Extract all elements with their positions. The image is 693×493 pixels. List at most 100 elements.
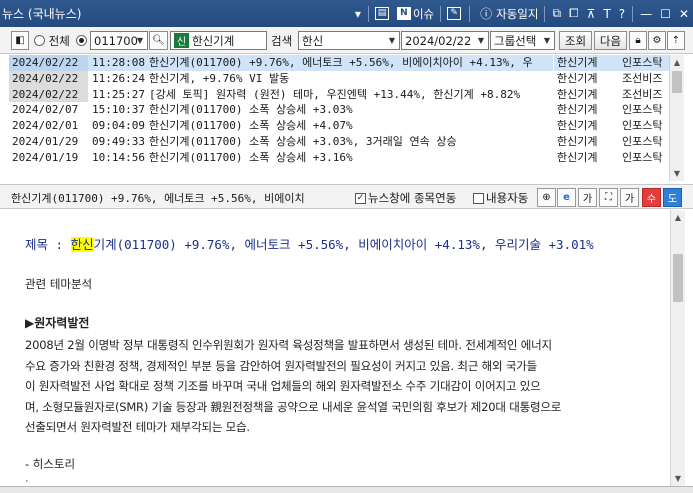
news-title: 한신기계(011700) 소폭 상승세 +3.03% xyxy=(149,103,353,117)
link-button[interactable]: ✎ xyxy=(447,4,463,24)
news-row[interactable]: 2024/02/07 15:10:37 한신기계(011700) 소폭 상승세 +3… xyxy=(9,102,669,118)
link-news-label: 뉴스창에 종목연동 xyxy=(368,191,457,205)
shin-badge: 신 xyxy=(174,33,189,48)
article-scroll-up-icon[interactable]: ▲ xyxy=(671,210,685,225)
stock-search-button[interactable]: 🔍︎ xyxy=(149,31,168,50)
list-view-button[interactable]: ◧ xyxy=(11,31,29,50)
font-down-button[interactable]: 가 xyxy=(578,188,597,207)
minimize-icon[interactable]: — xyxy=(640,7,652,21)
fit-icon: ⛶ xyxy=(605,192,612,203)
related-theme-label: 관련 테마분석 xyxy=(25,277,93,291)
maximize-icon[interactable]: ☐ xyxy=(660,7,671,21)
zoom-button[interactable]: ⊕ xyxy=(537,188,556,207)
bottom-strip xyxy=(0,486,693,493)
news-stock: 한신기계 xyxy=(553,149,619,166)
news-row[interactable]: 2024/02/01 09:04:09 한신기계(011700) 소폭 상승세 +4… xyxy=(9,118,669,134)
stock-name-field[interactable]: 신 한신기계 xyxy=(170,31,267,50)
window-list-button[interactable]: ▤ xyxy=(374,4,391,24)
stock-code-field[interactable]: 011700 ▼ xyxy=(90,31,148,50)
news-title: 한신기계(011700) 소폭 상승세 +4.07% xyxy=(149,119,353,132)
close-icon[interactable]: ✕ xyxy=(679,7,689,21)
dropdown-icon[interactable]: ▾ xyxy=(355,7,361,21)
group-dropdown-icon: ▼ xyxy=(543,36,551,45)
stock-name-value: 한신기계 xyxy=(192,33,235,48)
font-icon[interactable]: T xyxy=(603,7,610,21)
autojournal-button[interactable]: ⓘ 자동일지 xyxy=(476,4,538,24)
news-row[interactable]: 2024/02/22 11:26:24 한신기계, +9.76% VI 발동 한신기계… xyxy=(9,70,669,87)
link-news-checkbox[interactable]: ✓ 뉴스창에 종목연동 xyxy=(355,190,456,206)
news-list-scroll-thumb[interactable] xyxy=(672,71,682,93)
lock-button[interactable]: 🔒︎ xyxy=(629,31,647,50)
news-row[interactable]: 2024/02/22 11:25:27 [강세 토픽] 원자력 (원전) 테마, 우… xyxy=(9,86,669,103)
collapse-button[interactable]: ⇡ xyxy=(667,31,685,50)
news-row[interactable]: 2024/01/19 10:14:56 한신기계(011700) 소폭 상승세 +3… xyxy=(9,149,669,166)
issue-label: 이슈 xyxy=(412,6,435,21)
news-row[interactable]: 2024/01/29 09:49:33 한신기계(011700) 소폭 상승세 +3… xyxy=(9,133,669,150)
pin-icon[interactable]: ⊼ xyxy=(587,7,596,21)
news-stock: 한신기계 xyxy=(553,55,619,71)
radio-all[interactable]: 전체 xyxy=(34,31,70,50)
section-title: ▶원자력발전 xyxy=(25,316,90,330)
issue-button[interactable]: N 이슈 xyxy=(396,4,435,24)
search-input-value: 한신 xyxy=(302,33,324,48)
next-button[interactable]: 다음 xyxy=(594,31,627,50)
group-select-value: 그룹선택 xyxy=(494,33,537,48)
link-icon: ✎ xyxy=(447,7,462,20)
news-time: 11:25:27 xyxy=(92,87,145,101)
search-label: 검색 xyxy=(271,33,293,48)
article-scrollbar[interactable]: ▲ ▼ xyxy=(670,210,685,486)
group-select[interactable]: 그룹선택 ▼ xyxy=(490,31,555,50)
search-input[interactable]: 한신 ▼ xyxy=(298,31,400,50)
help-button[interactable]: ? xyxy=(619,7,625,21)
stock-code-value: 011700 xyxy=(94,33,138,48)
news-time: 11:28:08 xyxy=(92,56,145,69)
article-body-line: 선출되면서 원자력발전 테마가 재부각되는 모습. xyxy=(25,420,250,434)
content-auto-label: 내용자동 xyxy=(486,191,529,205)
news-provider: 인포스탁 xyxy=(622,134,663,148)
news-title: 한신기계(011700) 소폭 상승세 +3.03%, 3거래일 연속 상승 xyxy=(149,134,457,148)
news-provider: 조선비즈 xyxy=(622,71,663,85)
detail-headline: 한신기계(011700) +9.76%, 에너토크 +5.56%, 비에이치 xyxy=(11,192,305,205)
news-row[interactable]: 2024/02/22 11:28:08 한신기계(011700) +9.76%, 에… xyxy=(9,55,669,71)
history-partial-line: · xyxy=(25,474,29,486)
article-scroll-down-icon[interactable]: ▼ xyxy=(671,471,685,486)
title-bar: 뉴스 (국내뉴스) ▾ ▤ N 이슈 ✎ ⓘ 자동일지 ⧉ ⧠ ⊼ T ? — ☐ … xyxy=(0,0,693,27)
news-title: 한신기계, +9.76% VI 발동 xyxy=(149,71,290,85)
scroll-down-icon[interactable]: ▼ xyxy=(670,166,684,181)
autojournal-label: 자동일지 xyxy=(496,6,539,21)
content-auto-checkbox[interactable]: 내용자동 xyxy=(473,190,528,206)
sell-button[interactable]: 도 xyxy=(663,188,682,207)
news-list-scrollbar[interactable]: ▲ ▼ xyxy=(669,55,684,181)
gear-icon: ⚙ xyxy=(652,35,662,46)
font-up-button[interactable]: 가 xyxy=(620,188,639,207)
news-stock: 한신기계 xyxy=(553,118,619,134)
radio-all-label: 전체 xyxy=(48,33,70,48)
news-provider: 인포스탁 xyxy=(622,103,663,117)
news-provider: 인포스탁 xyxy=(622,56,663,69)
query-button[interactable]: 조회 xyxy=(559,31,592,50)
news-time: 11:26:24 xyxy=(92,71,145,85)
browser-icon: e xyxy=(563,192,570,203)
news-provider: 조선비즈 xyxy=(622,87,663,101)
n-badge-icon: N xyxy=(396,7,411,20)
scroll-up-icon[interactable]: ▲ xyxy=(670,55,684,70)
article-body-line: 2008년 2월 이명박 정부 대통령직 인수위원회가 원자력 육성정책을 발표… xyxy=(25,338,552,352)
news-provider: 인포스탁 xyxy=(622,119,663,132)
new-window-icon[interactable]: ⧠ xyxy=(569,6,579,21)
article-body-line: 이 원자력발전 사업 확대로 정책 기조를 바꾸며 국내 업체들의 해외 원자력… xyxy=(25,379,541,393)
fit-button[interactable]: ⛶ xyxy=(599,188,618,207)
radio-code[interactable] xyxy=(76,31,87,50)
subject-rest: 기계(011700) +9.76%, 에너토크 +5.56%, 비에이치아이 +… xyxy=(93,237,594,252)
date-field[interactable]: 2024/02/22 ▼ xyxy=(401,31,489,50)
calendar-dropdown-icon: ▼ xyxy=(477,36,485,45)
restore-icon[interactable]: ⧉ xyxy=(552,6,561,21)
subject-prefix: 제목 : xyxy=(25,237,71,252)
detail-toolbar: 한신기계(011700) +9.76%, 에너토크 +5.56%, 비에이치 ✓… xyxy=(0,184,693,209)
settings-button[interactable]: ⚙ xyxy=(648,31,666,50)
buy-button[interactable]: 수 xyxy=(642,188,661,207)
browser-button[interactable]: e xyxy=(557,188,576,207)
news-date: 2024/02/22 xyxy=(9,55,88,71)
article-scroll-thumb[interactable] xyxy=(673,254,683,302)
radio-code-circle xyxy=(76,35,87,46)
search-toolbar: ◧ 전체 011700 ▼ 🔍︎ 신 한신기계 검색 한신 ▼ 2024/02/22 ▼… xyxy=(0,27,693,54)
